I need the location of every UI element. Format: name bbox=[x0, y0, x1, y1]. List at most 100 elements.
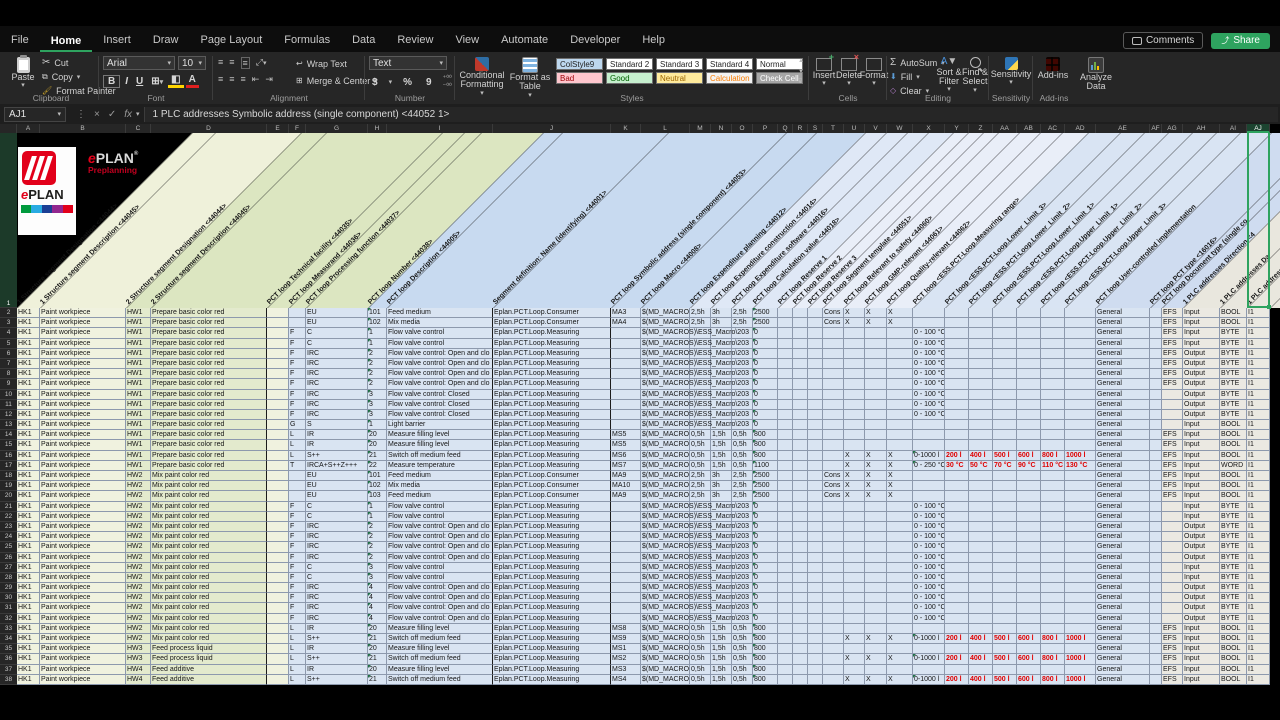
cell-G6[interactable]: IRC bbox=[306, 349, 368, 359]
cell-AJ14[interactable]: I1 bbox=[1247, 430, 1270, 440]
cell-D5[interactable]: Prepare basic color red bbox=[151, 339, 267, 349]
cell-D35[interactable]: Feed process liquid bbox=[151, 644, 267, 654]
increase-indent-icon[interactable]: ⇥ bbox=[265, 74, 273, 85]
cell-Z5[interactable] bbox=[969, 339, 993, 349]
cell-AE11[interactable]: General bbox=[1096, 400, 1150, 410]
cell-AD32[interactable] bbox=[1065, 614, 1096, 624]
cell-E6[interactable] bbox=[267, 349, 289, 359]
cell-AE17[interactable]: General bbox=[1096, 461, 1150, 471]
cell-AB33[interactable] bbox=[1017, 624, 1041, 634]
cell-M38[interactable]: 0,5h bbox=[690, 675, 711, 685]
cell-AI12[interactable]: BYTE bbox=[1220, 410, 1247, 420]
cell-Z19[interactable] bbox=[969, 481, 993, 491]
cell-AI32[interactable]: BYTE bbox=[1220, 614, 1247, 624]
cell-B33[interactable]: Paint workpiece bbox=[40, 624, 126, 634]
cell-F7[interactable]: F bbox=[289, 359, 306, 369]
cell-AB10[interactable] bbox=[1017, 390, 1041, 400]
cell-Z22[interactable] bbox=[969, 512, 993, 522]
cell-N19[interactable]: 3h bbox=[711, 481, 732, 491]
cell-AH30[interactable]: Output bbox=[1183, 593, 1220, 603]
cell-J23[interactable]: Eplan.PCT.Loop.Measuring bbox=[493, 522, 611, 532]
column-letter-X[interactable]: X bbox=[913, 124, 945, 133]
cell-E12[interactable] bbox=[267, 410, 289, 420]
cell-F35[interactable]: L bbox=[289, 644, 306, 654]
cell-AJ2[interactable]: I1 bbox=[1247, 308, 1270, 318]
cell-AI7[interactable]: BYTE bbox=[1220, 359, 1247, 369]
cell-U4[interactable] bbox=[844, 328, 865, 338]
column-letter-AB[interactable]: AB bbox=[1017, 124, 1041, 133]
cell-AJ22[interactable]: I1 bbox=[1247, 512, 1270, 522]
cell-C5[interactable]: HW1 bbox=[126, 339, 151, 349]
cell-P2[interactable]: 2500 bbox=[753, 308, 778, 318]
cell-AJ25[interactable]: I1 bbox=[1247, 542, 1270, 552]
cell-V26[interactable] bbox=[865, 553, 887, 563]
cell-K7[interactable] bbox=[611, 359, 641, 369]
cell-AH38[interactable]: Input bbox=[1183, 675, 1220, 685]
cell-V31[interactable] bbox=[865, 603, 887, 613]
cell-P4[interactable]: 0 bbox=[753, 328, 778, 338]
cell-P33[interactable]: 800 bbox=[753, 624, 778, 634]
cell-G22[interactable]: C bbox=[306, 512, 368, 522]
cell-H13[interactable]: 1 bbox=[368, 420, 387, 430]
cell-O19[interactable]: 2,5h bbox=[732, 481, 753, 491]
cell-P6[interactable]: 0 bbox=[753, 349, 778, 359]
cell-J7[interactable]: Eplan.PCT.Loop.Measuring bbox=[493, 359, 611, 369]
cell-AF8[interactable] bbox=[1150, 369, 1162, 379]
cell-K31[interactable] bbox=[611, 603, 641, 613]
cell-AD19[interactable] bbox=[1065, 481, 1096, 491]
cell-AI20[interactable]: BOOL bbox=[1220, 491, 1247, 501]
cell-AA29[interactable] bbox=[993, 583, 1017, 593]
cell-E14[interactable] bbox=[267, 430, 289, 440]
row-number-31[interactable]: 31 bbox=[0, 603, 17, 613]
cell-T29[interactable] bbox=[823, 583, 844, 593]
cell-Q6[interactable] bbox=[778, 349, 793, 359]
row-number-17[interactable]: 17 bbox=[0, 461, 17, 471]
cell-AC17[interactable]: 110 °C bbox=[1041, 461, 1065, 471]
cell-S26[interactable] bbox=[808, 553, 823, 563]
cell-K12[interactable] bbox=[611, 410, 641, 420]
cell-W4[interactable] bbox=[887, 328, 913, 338]
decrease-indent-icon[interactable]: ⇤ bbox=[252, 74, 260, 85]
cell-T28[interactable] bbox=[823, 573, 844, 583]
row-number-15[interactable]: 15 bbox=[0, 440, 17, 450]
cell-AJ17[interactable]: I1 bbox=[1247, 461, 1270, 471]
cell-D2[interactable]: Prepare basic color red bbox=[151, 308, 267, 318]
cell-AI4[interactable]: BYTE bbox=[1220, 328, 1247, 338]
cell-A3[interactable]: HK1 bbox=[17, 318, 40, 328]
cell-AH23[interactable]: Output bbox=[1183, 522, 1220, 532]
cell-I8[interactable]: Flow valve control: Open and clo bbox=[387, 369, 493, 379]
cell-X35[interactable] bbox=[913, 644, 945, 654]
cell-G29[interactable]: IRC bbox=[306, 583, 368, 593]
cell-V27[interactable] bbox=[865, 563, 887, 573]
cell-AG22[interactable] bbox=[1162, 512, 1183, 522]
cell-A13[interactable]: HK1 bbox=[17, 420, 40, 430]
cell-K10[interactable] bbox=[611, 390, 641, 400]
cell-L25[interactable]: $(MD_MACROS)\ESS_Macro\203 bbox=[641, 542, 690, 552]
row-number-34[interactable]: 34 bbox=[0, 634, 17, 644]
cell-E20[interactable] bbox=[267, 491, 289, 501]
cell-E9[interactable] bbox=[267, 379, 289, 389]
cell-F10[interactable]: F bbox=[289, 390, 306, 400]
cell-X12[interactable]: 0 - 100 °C bbox=[913, 410, 945, 420]
cell-U20[interactable]: X bbox=[844, 491, 865, 501]
cell-AF30[interactable] bbox=[1150, 593, 1162, 603]
cell-S4[interactable] bbox=[808, 328, 823, 338]
cell-Q22[interactable] bbox=[778, 512, 793, 522]
cell-I31[interactable]: Flow valve control: Open and clo bbox=[387, 603, 493, 613]
cell-U31[interactable] bbox=[844, 603, 865, 613]
cell-E15[interactable] bbox=[267, 440, 289, 450]
cell-W32[interactable] bbox=[887, 614, 913, 624]
cell-O36[interactable]: 0,5h bbox=[732, 654, 753, 664]
cell-AE8[interactable]: General bbox=[1096, 369, 1150, 379]
cell-Q35[interactable] bbox=[778, 644, 793, 654]
cell-AF22[interactable] bbox=[1150, 512, 1162, 522]
cell-R14[interactable] bbox=[793, 430, 808, 440]
cell-U36[interactable]: X bbox=[844, 654, 865, 664]
row-number-7[interactable]: 7 bbox=[0, 359, 17, 369]
cell-C6[interactable]: HW1 bbox=[126, 349, 151, 359]
cell-B18[interactable]: Paint workpiece bbox=[40, 471, 126, 481]
comma-format-button[interactable]: 9 bbox=[423, 77, 435, 88]
cell-AJ24[interactable]: I1 bbox=[1247, 532, 1270, 542]
cell-A11[interactable]: HK1 bbox=[17, 400, 40, 410]
cell-Z6[interactable] bbox=[969, 349, 993, 359]
